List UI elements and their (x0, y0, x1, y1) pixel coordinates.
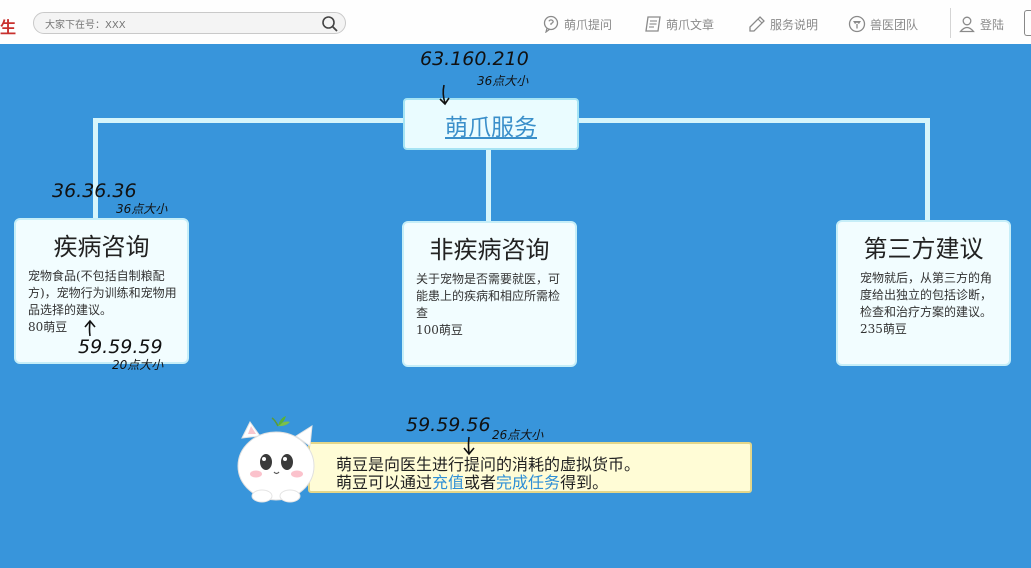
annotation-desc-color: 59.59.59 (78, 336, 163, 358)
article-icon (645, 16, 661, 32)
nav-vet-team[interactable]: 兽医团队 (848, 14, 918, 34)
search-icon[interactable] (321, 15, 339, 33)
annotation-info-size: 26点大小 (492, 428, 544, 442)
annotation-root-color: 63.160.210 (420, 48, 529, 70)
annotation-desc-size: 20点大小 (112, 358, 164, 372)
nav-service-info[interactable]: 服务说明 (748, 14, 818, 34)
complete-task-link[interactable]: 完成任务 (496, 473, 560, 492)
info-text-b: 或者 (464, 473, 497, 492)
card-price: 100萌豆 (416, 323, 463, 337)
cut-off-header-button[interactable] (1024, 10, 1031, 36)
login-label: 登陆 (980, 17, 1005, 32)
nav-articles-label: 萌爪文章 (666, 17, 715, 32)
connector-right-vertical (925, 118, 930, 222)
annotation-arrow-down-icon (439, 84, 450, 106)
connector-left-horizontal (93, 118, 405, 123)
cat-mascot-image (237, 416, 315, 503)
search-input[interactable] (34, 15, 304, 36)
connector-center-vertical (486, 148, 491, 222)
brand-logo[interactable]: 生 (0, 14, 16, 38)
nav-service-info-label: 服务说明 (770, 17, 819, 32)
annotation-root-size: 36点大小 (477, 74, 529, 88)
team-icon (848, 15, 866, 33)
search-box[interactable] (33, 12, 346, 36)
nav-vet-team-label: 兽医团队 (870, 17, 919, 32)
card-description: 关于宠物是否需要就医，可能患上的疾病和相应所需检查 (416, 272, 561, 320)
info-line-2: 萌豆可以通过充值或者完成任务得到。 (336, 469, 608, 493)
login-link[interactable]: 登陆 (958, 14, 1004, 34)
card-title: 非疾病咨询 (429, 236, 550, 264)
annotation-arrow-up-icon (84, 319, 96, 337)
card-title: 疾病咨询 (53, 233, 150, 261)
annotation-title-color: 36.36.36 (52, 180, 137, 202)
connector-left-vertical (93, 118, 98, 220)
info-text-a: 萌豆可以通过 (336, 473, 433, 492)
user-icon (959, 16, 975, 33)
card-third-party-advice[interactable]: 第三方建议 宠物就后，从第三方的角度给出独立的包括诊断，检查和治疗方案的建议。2… (836, 220, 1011, 366)
pen-icon (749, 16, 765, 32)
card-non-disease-consult[interactable]: 非疾病咨询 关于宠物是否需要就医，可能患上的疾病和相应所需检查 100萌豆 (402, 221, 577, 367)
nav-divider (950, 8, 951, 38)
root-service-node[interactable]: 萌爪服务 (403, 98, 579, 150)
top-nav-bar: 生 萌爪提问 萌爪文章 服务说明 (0, 0, 1031, 44)
card-description: 宠物食品(不包括自制粮配方)，宠物行为训练和宠物用品选择的建议。 (28, 269, 177, 317)
nav-question-label: 萌爪提问 (564, 17, 613, 32)
card-description: 宠物就后，从第三方的角度给出独立的包括诊断，检查和治疗方案的建议。235萌豆 (860, 271, 993, 336)
card-price: 80萌豆 (28, 320, 68, 334)
annotation-arrow-down-icon (463, 436, 475, 456)
annotation-info-color: 59.59.56 (406, 414, 491, 436)
card-title: 第三方建议 (863, 235, 984, 263)
currency-info-box: 萌豆是向医生进行提问的消耗的虚拟货币。 萌豆可以通过充值或者完成任务得到。 (308, 442, 752, 493)
question-bubble-icon (543, 15, 559, 33)
nav-question[interactable]: 萌爪提问 (542, 14, 612, 34)
recharge-link[interactable]: 充值 (432, 473, 464, 492)
nav-articles[interactable]: 萌爪文章 (644, 14, 714, 34)
annotation-title-size: 36点大小 (116, 202, 168, 216)
connector-right-horizontal (578, 118, 930, 123)
info-text-c: 得到。 (560, 473, 609, 492)
root-service-link[interactable]: 萌爪服务 (445, 108, 537, 142)
